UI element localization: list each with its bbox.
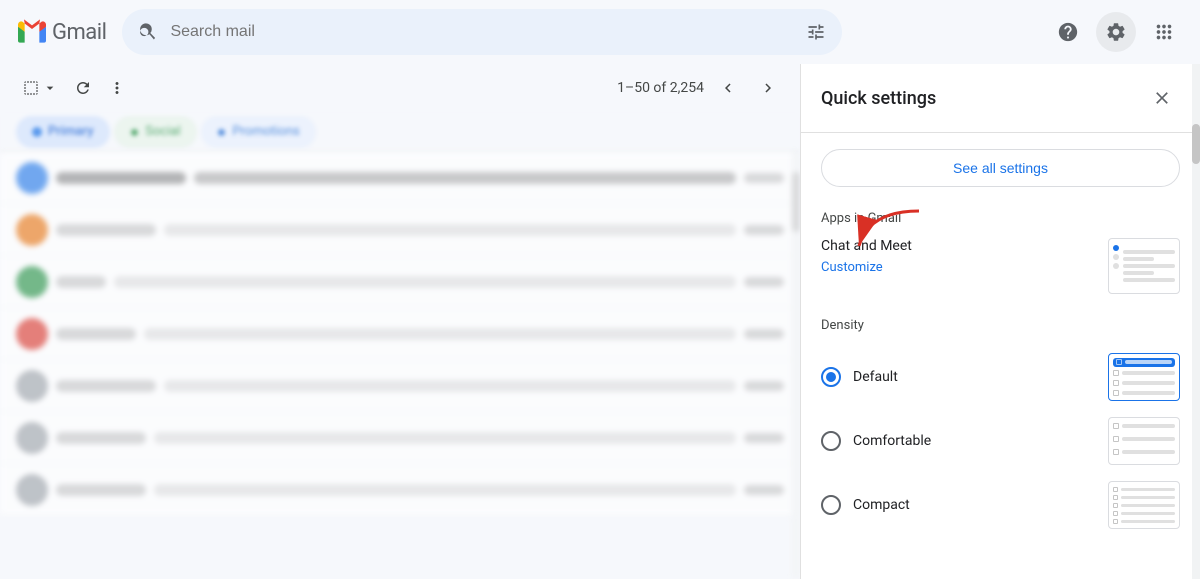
tune-icon[interactable]	[806, 22, 826, 42]
radio-default[interactable]	[821, 367, 841, 387]
density-option-comfortable[interactable]: Comfortable	[821, 409, 1180, 473]
qs-scrollbar-thumb[interactable]	[1192, 124, 1200, 164]
density-option-default[interactable]: Default	[821, 345, 1180, 409]
quick-settings-panel: Quick settings See all settings Apps in …	[800, 64, 1200, 579]
gmail-logo-icon	[16, 16, 48, 48]
chat-meet-preview	[1108, 238, 1180, 294]
email-row[interactable]	[0, 308, 800, 360]
settings-button[interactable]	[1096, 12, 1136, 52]
topbar: Gmail	[0, 0, 1200, 64]
radio-compact[interactable]	[821, 495, 841, 515]
main-layout: 1–50 of 2,254 Primary ● Social ● Pr	[0, 64, 1200, 579]
customize-link[interactable]: Customize	[821, 260, 883, 275]
see-all-settings-button[interactable]: See all settings	[821, 149, 1180, 187]
gmail-wordmark: Gmail	[52, 20, 106, 45]
email-row[interactable]	[0, 152, 800, 204]
email-row[interactable]	[0, 256, 800, 308]
tab-social[interactable]: ● Social	[114, 116, 197, 148]
scroll-thumb[interactable]	[792, 172, 800, 232]
next-page-button[interactable]	[752, 72, 784, 104]
close-button[interactable]	[1144, 80, 1180, 116]
help-button[interactable]	[1048, 12, 1088, 52]
qs-title: Quick settings	[821, 88, 936, 109]
email-row[interactable]	[0, 204, 800, 256]
email-row[interactable]	[0, 464, 800, 516]
email-row[interactable]	[0, 412, 800, 464]
radio-comfortable[interactable]	[821, 431, 841, 451]
qs-header: Quick settings	[801, 64, 1200, 133]
tab-promotions[interactable]: ● Promotions	[201, 116, 316, 148]
gmail-logo: Gmail	[16, 16, 106, 48]
apps-button[interactable]	[1144, 12, 1184, 52]
pagination-text: 1–50 of 2,254	[617, 80, 704, 96]
density-default-label: Default	[853, 369, 898, 385]
red-arrow-annotation	[849, 201, 929, 261]
gmail-content: 1–50 of 2,254 Primary ● Social ● Pr	[0, 64, 800, 579]
density-section: Density Default	[821, 318, 1180, 537]
search-bar[interactable]	[122, 9, 842, 55]
more-toolbar-button[interactable]	[102, 75, 132, 101]
scroll-track[interactable]	[792, 152, 800, 579]
toolbar: 1–50 of 2,254	[0, 64, 800, 112]
qs-scrollbar-track[interactable]	[1192, 64, 1200, 579]
qs-body: See all settings Apps in Gmail Chat and …	[801, 133, 1200, 579]
email-list[interactable]	[0, 152, 800, 579]
density-default-preview	[1108, 353, 1180, 401]
prev-page-button[interactable]	[712, 72, 744, 104]
density-section-label: Density	[821, 318, 1180, 333]
density-compact-preview	[1108, 481, 1180, 529]
select-button[interactable]	[16, 75, 64, 101]
pagination: 1–50 of 2,254	[617, 72, 784, 104]
tab-primary[interactable]: Primary	[16, 116, 110, 148]
density-comfortable-preview	[1108, 417, 1180, 465]
topbar-right	[1048, 12, 1184, 52]
tabs-bar: Primary ● Social ● Promotions	[0, 112, 800, 152]
refresh-button[interactable]	[68, 75, 98, 101]
email-row[interactable]	[0, 360, 800, 412]
search-input[interactable]	[170, 23, 794, 41]
density-compact-label: Compact	[853, 497, 910, 513]
radio-default-inner	[826, 372, 836, 382]
search-icon	[138, 22, 158, 42]
density-comfortable-label: Comfortable	[853, 433, 931, 449]
density-option-compact[interactable]: Compact	[821, 473, 1180, 537]
